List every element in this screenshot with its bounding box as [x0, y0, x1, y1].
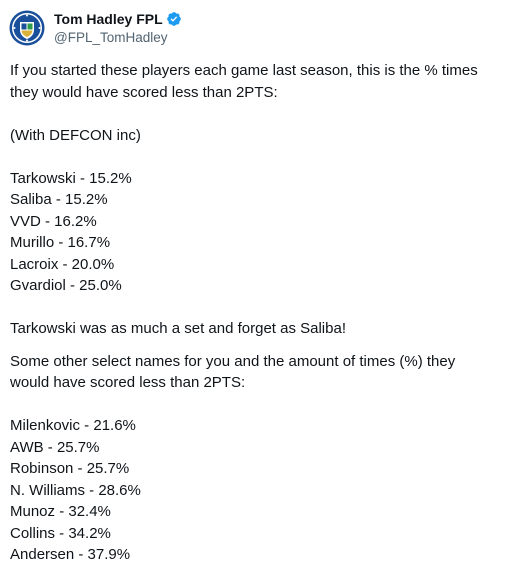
list-item: Saliba - 15.2% — [10, 191, 108, 208]
author-handle[interactable]: @FPL_TomHadley — [54, 29, 182, 47]
tweet-header: Tom Hadley FPL @FPL_TomHadley — [8, 8, 182, 48]
list-item: Robinson - 25.7% — [10, 460, 130, 477]
club-crest-icon — [8, 9, 46, 47]
display-name[interactable]: Tom Hadley FPL — [54, 11, 163, 27]
other-line: Some other select names for you and the … — [10, 352, 456, 370]
list-item: Lacroix - 20.0% — [10, 255, 115, 273]
name-row: Tom Hadley FPL — [54, 9, 182, 28]
comment-line: Tarkowski was as much a set and forget a… — [10, 320, 346, 337]
list-item: Andersen - 37.9% — [10, 546, 131, 563]
list-item: Tarkowski - 15.2% — [10, 169, 132, 187]
intro-line: they would have scored less than 2PTS: — [10, 83, 278, 101]
tweet-text: If you started these players each game l… — [10, 60, 520, 566]
other-line: would have scored less than 2PTS: — [10, 374, 246, 391]
author-names: Tom Hadley FPL @FPL_TomHadley — [54, 9, 182, 47]
list-item: Gvardiol - 25.0% — [10, 277, 122, 294]
intro-line: If you started these players each game l… — [10, 62, 478, 79]
verified-badge-icon — [166, 11, 182, 27]
list-item: Collins - 34.2% — [10, 524, 111, 542]
tweet: Tom Hadley FPL @FPL_TomHadley If you sta… — [0, 0, 527, 573]
list-item: VVD - 16.2% — [10, 212, 97, 230]
list-item: Milenkovic - 21.6% — [10, 417, 136, 434]
list-item: Munoz - 32.4% — [10, 503, 111, 520]
note-line: (With DEFCON inc) — [10, 126, 141, 144]
list-item: Murillo - 16.7% — [10, 234, 111, 251]
avatar[interactable] — [8, 9, 46, 47]
list-item: N. Williams - 28.6% — [10, 481, 141, 499]
list-item: AWB - 25.7% — [10, 438, 100, 456]
